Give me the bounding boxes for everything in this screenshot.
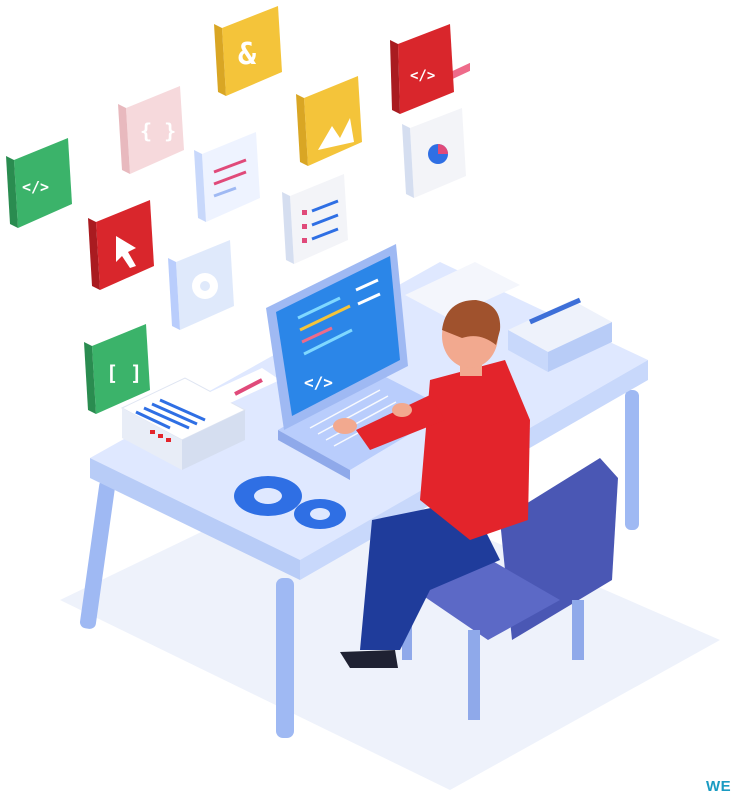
- tile-chart: [402, 108, 466, 198]
- brackets-icon: [ ]: [106, 361, 142, 385]
- watermark: WE: [706, 778, 732, 795]
- code-icon: </>: [410, 68, 435, 84]
- chair-leg: [572, 600, 584, 660]
- person-hand: [333, 418, 357, 434]
- illustration: </> & </> { } </> [] WE: [0, 0, 738, 795]
- tile-braces: { }: [118, 86, 184, 174]
- desk-leg: [276, 578, 294, 738]
- tile-document: [194, 132, 260, 222]
- tile-code-red: </>: [390, 24, 454, 114]
- person-shirt: [420, 360, 530, 540]
- tile-code-green: </>: [6, 138, 72, 228]
- laptop-screen-glyph: </>: [304, 373, 333, 392]
- tile-list: [282, 174, 348, 264]
- tile-cursor: [88, 200, 154, 290]
- braces-icon: { }: [140, 119, 176, 143]
- chair-leg: [468, 630, 480, 720]
- developer-desk-illustration: </> & </> { } </> []: [6, 6, 720, 790]
- tile-image: [296, 76, 362, 166]
- tile-gear: [168, 240, 234, 330]
- person-shoe: [340, 650, 398, 668]
- code-icon: </>: [22, 178, 49, 196]
- ampersand-icon: &: [238, 37, 257, 72]
- tile-ampersand: &: [214, 6, 282, 96]
- desk-leg: [625, 390, 639, 530]
- person-hand: [392, 403, 412, 417]
